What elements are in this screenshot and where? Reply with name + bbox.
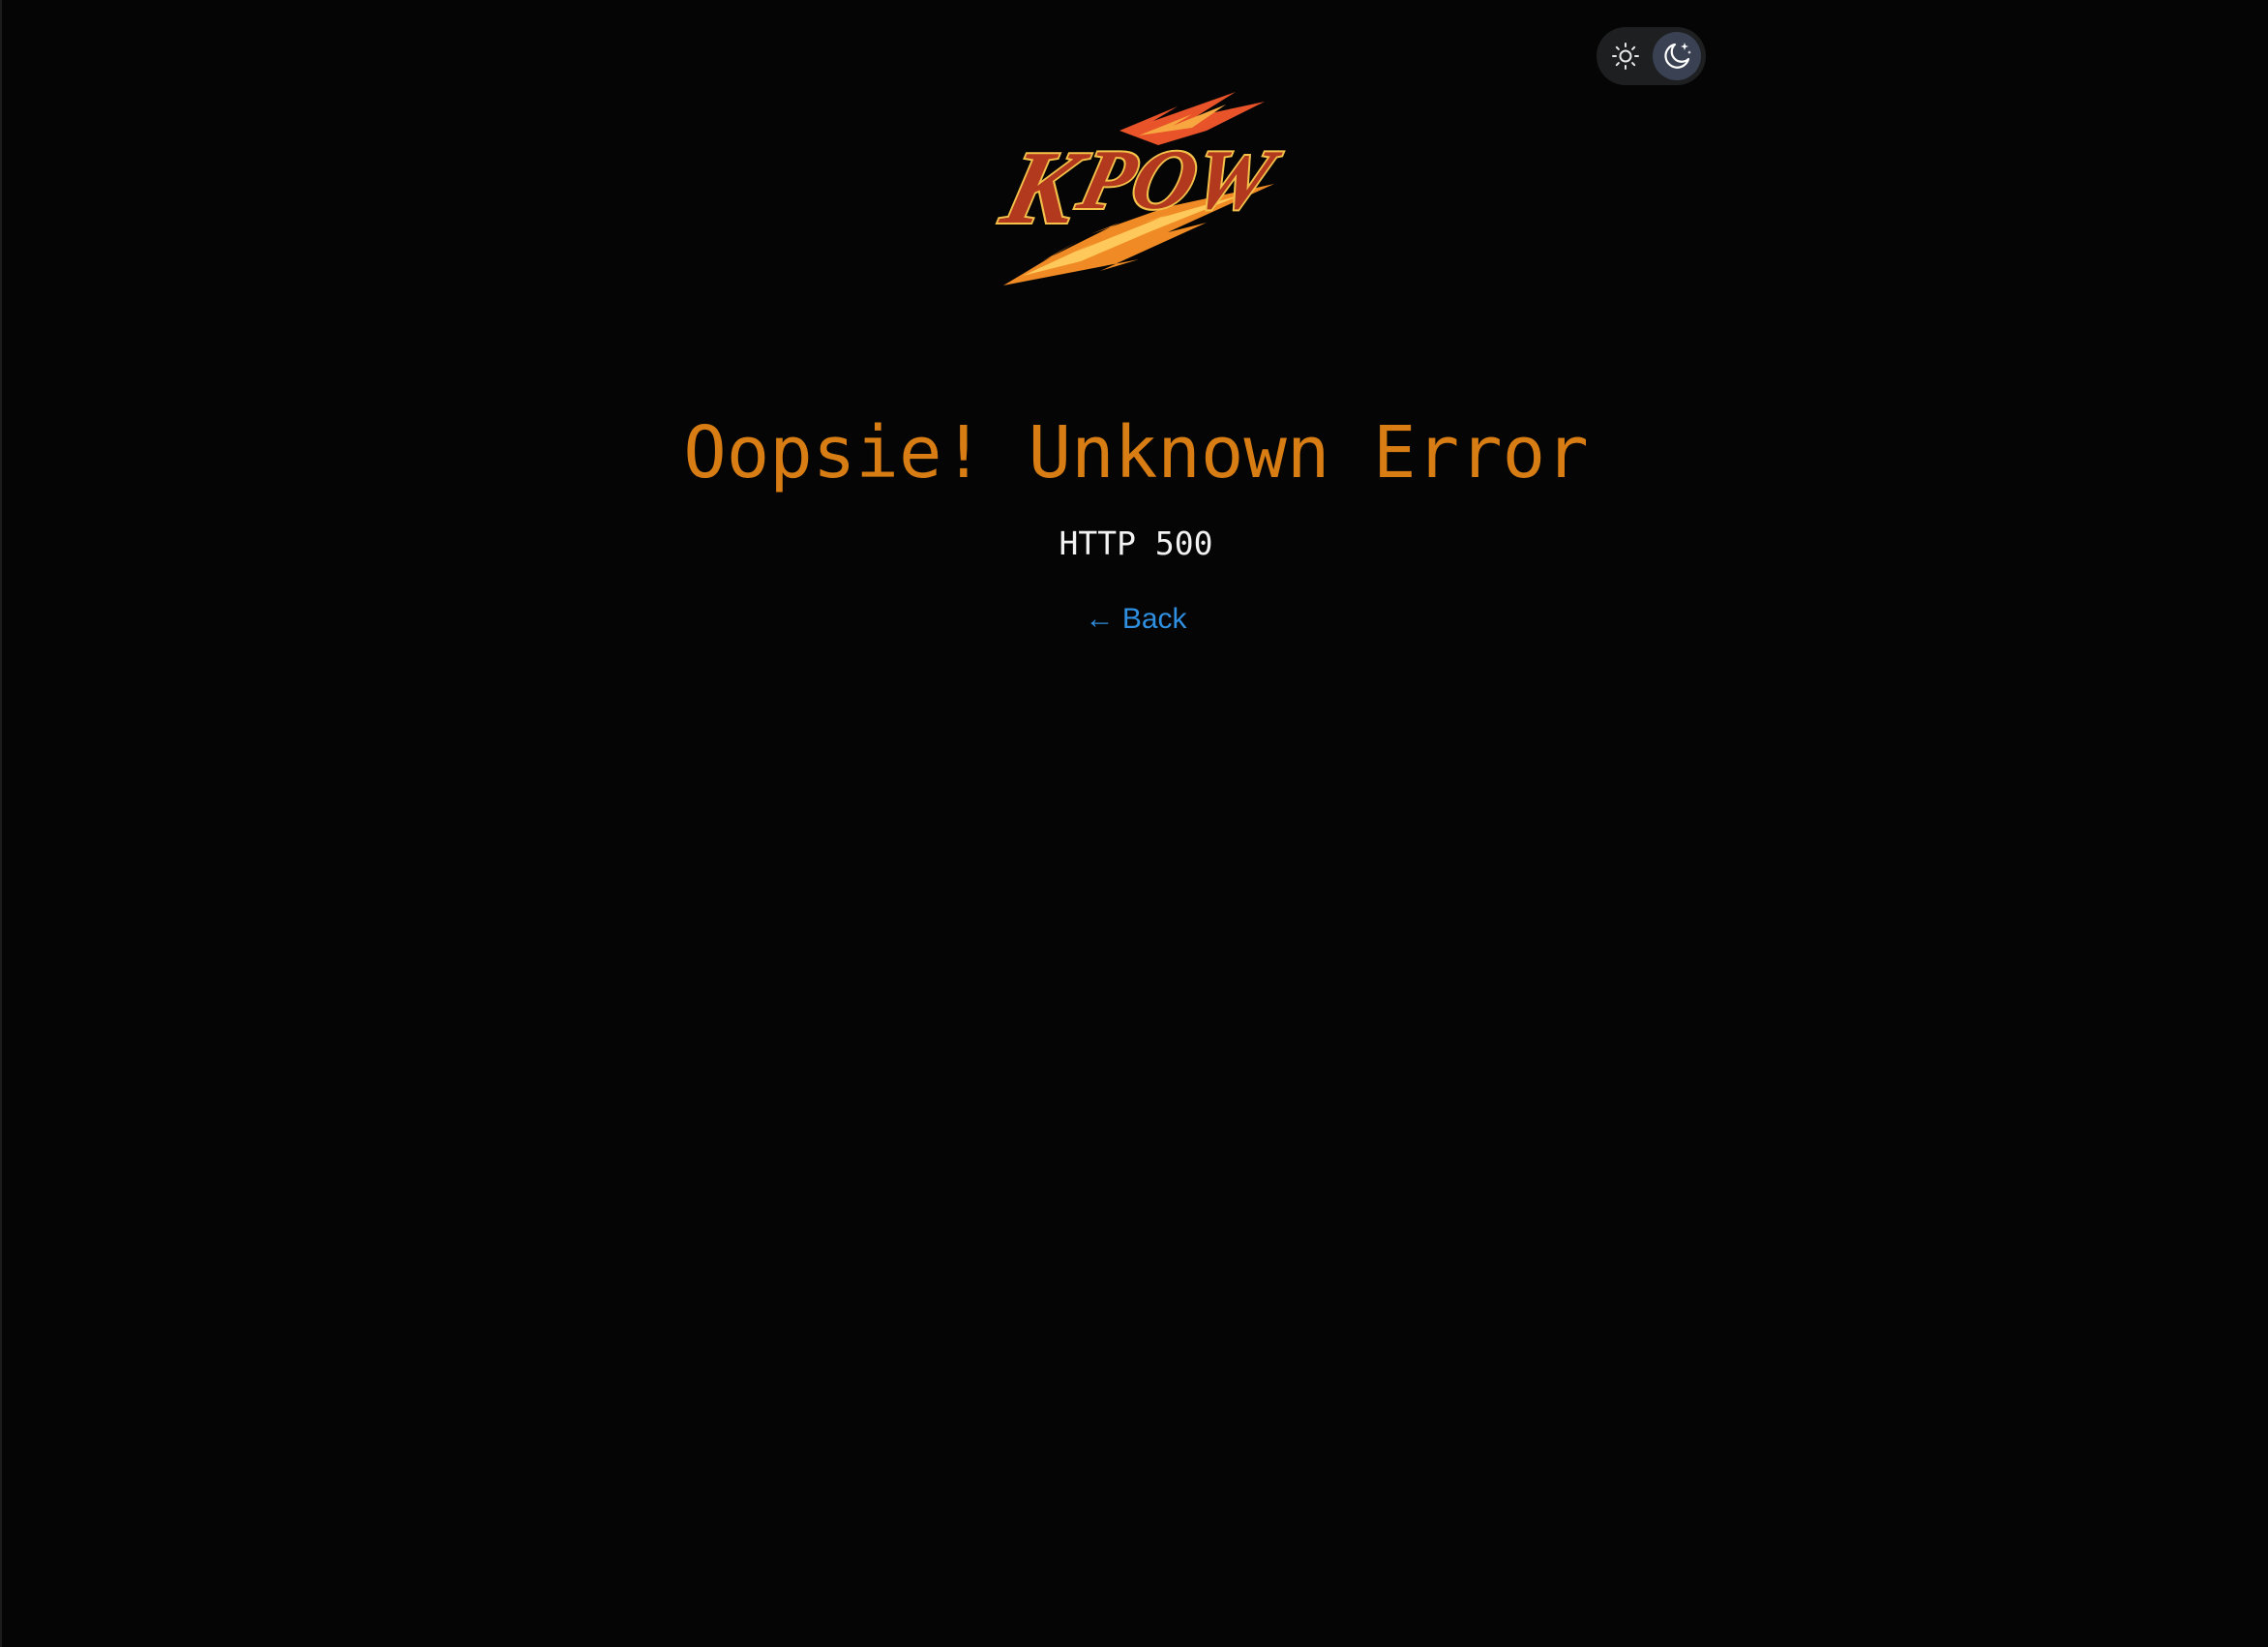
sun-icon [1612,43,1639,70]
back-label: Back [1121,603,1187,635]
dark-theme-button[interactable] [1653,32,1701,80]
error-page: K POW Oopsie! Unknown Error HTTP 500 ← B… [0,0,2268,1647]
error-code: HTTP 500 [1059,524,1213,562]
theme-toggle [1597,27,1706,85]
kpow-logo: K POW [984,87,1303,300]
arrow-left-icon: ← [1085,603,1115,635]
back-container: ← Back [2,600,2268,639]
moon-stars-icon [1664,43,1691,69]
error-title: Oopsie! Unknown Error [683,411,1589,494]
light-theme-button[interactable] [1601,32,1650,80]
back-link[interactable]: ← Back [1085,603,1186,635]
svg-text:POW: POW [1069,133,1288,226]
